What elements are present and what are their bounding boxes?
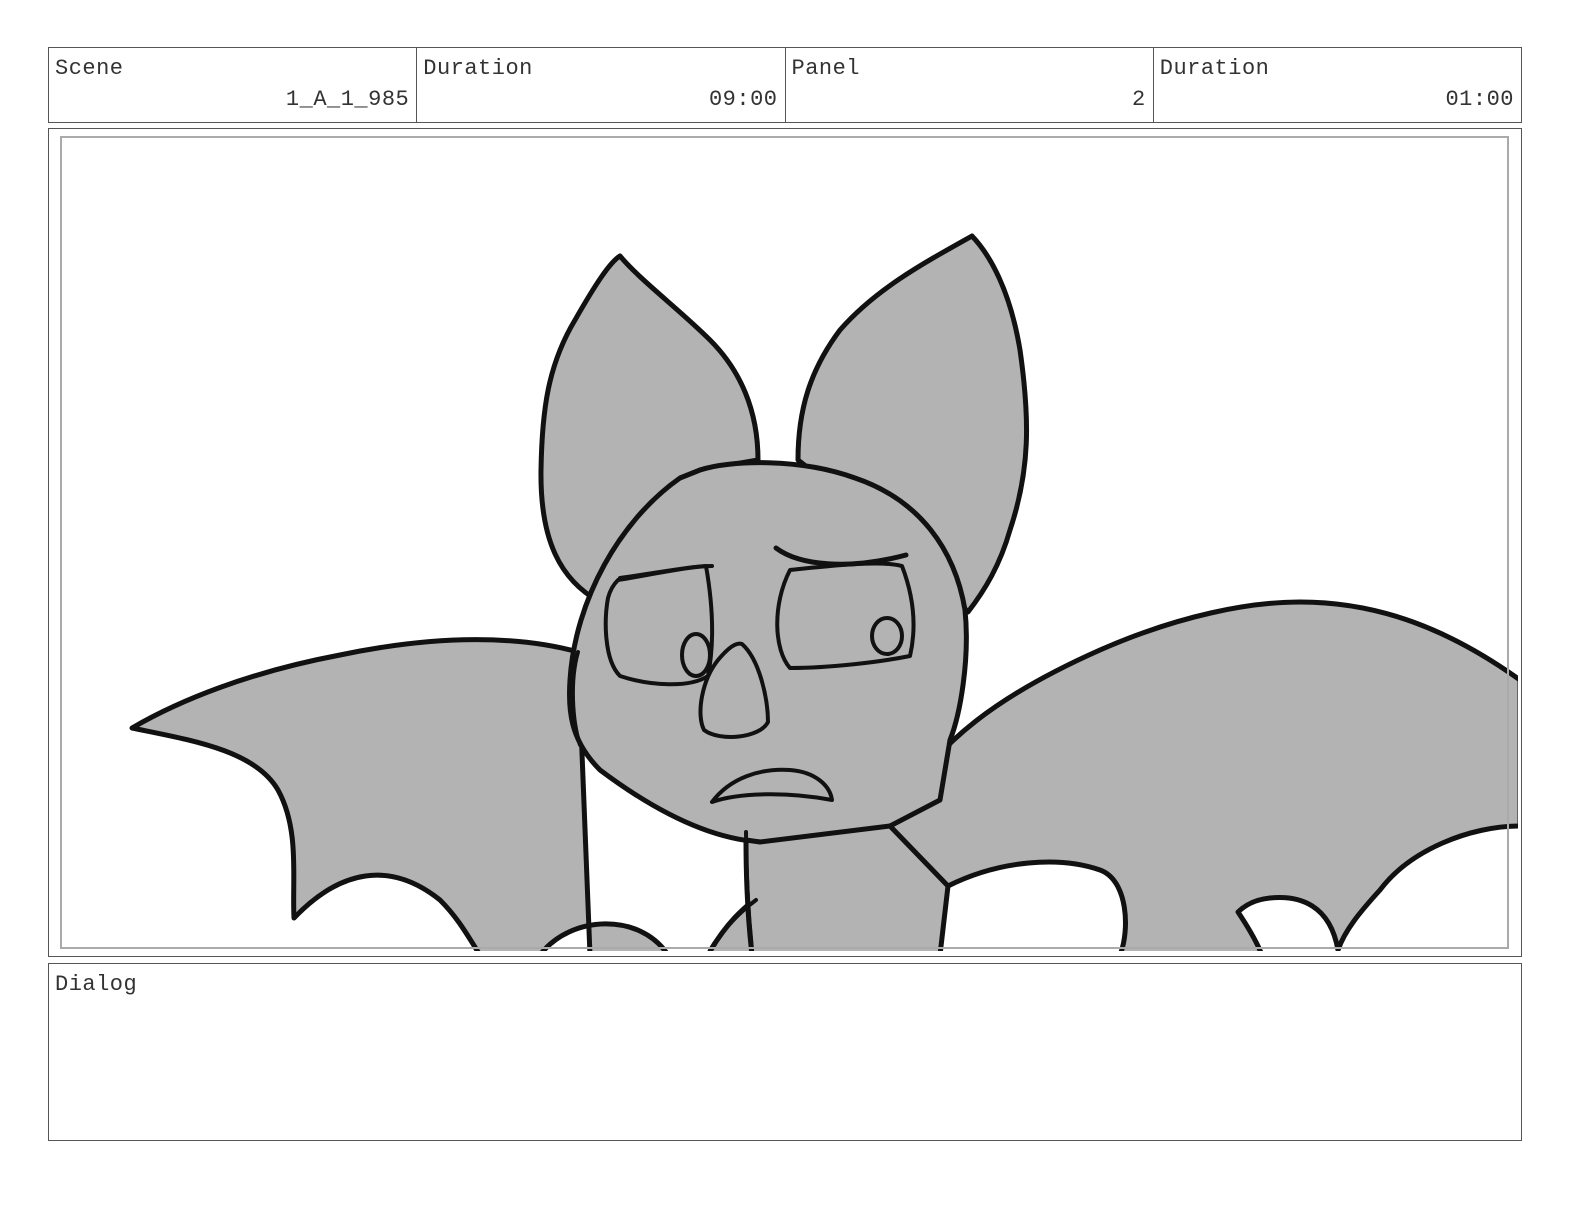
panel-duration-value: 01:00 [1445, 87, 1514, 112]
panel-label: Panel [791, 56, 861, 81]
storyboard-header: Scene 1_A_1_985 Duration 09:00 Panel 2 D… [48, 47, 1522, 123]
panel-cell: Panel 2 [786, 48, 1154, 122]
scene-label: Scene [55, 56, 124, 81]
scene-duration-value: 09:00 [708, 87, 778, 112]
dialog-box: Dialog [48, 963, 1522, 1141]
panel-duration-cell: Duration 01:00 [1154, 48, 1521, 122]
scene-duration-cell: Duration 09:00 [417, 48, 786, 122]
scene-value: 1_A_1_985 [285, 87, 410, 112]
scene-duration-label: Duration [423, 56, 533, 81]
dialog-label: Dialog [55, 972, 138, 997]
scene-cell: Scene 1_A_1_985 [49, 48, 418, 122]
panel-duration-label: Duration [1159, 56, 1270, 81]
panel-value: 2 [1132, 87, 1146, 112]
panel-safe-area [60, 136, 1509, 949]
